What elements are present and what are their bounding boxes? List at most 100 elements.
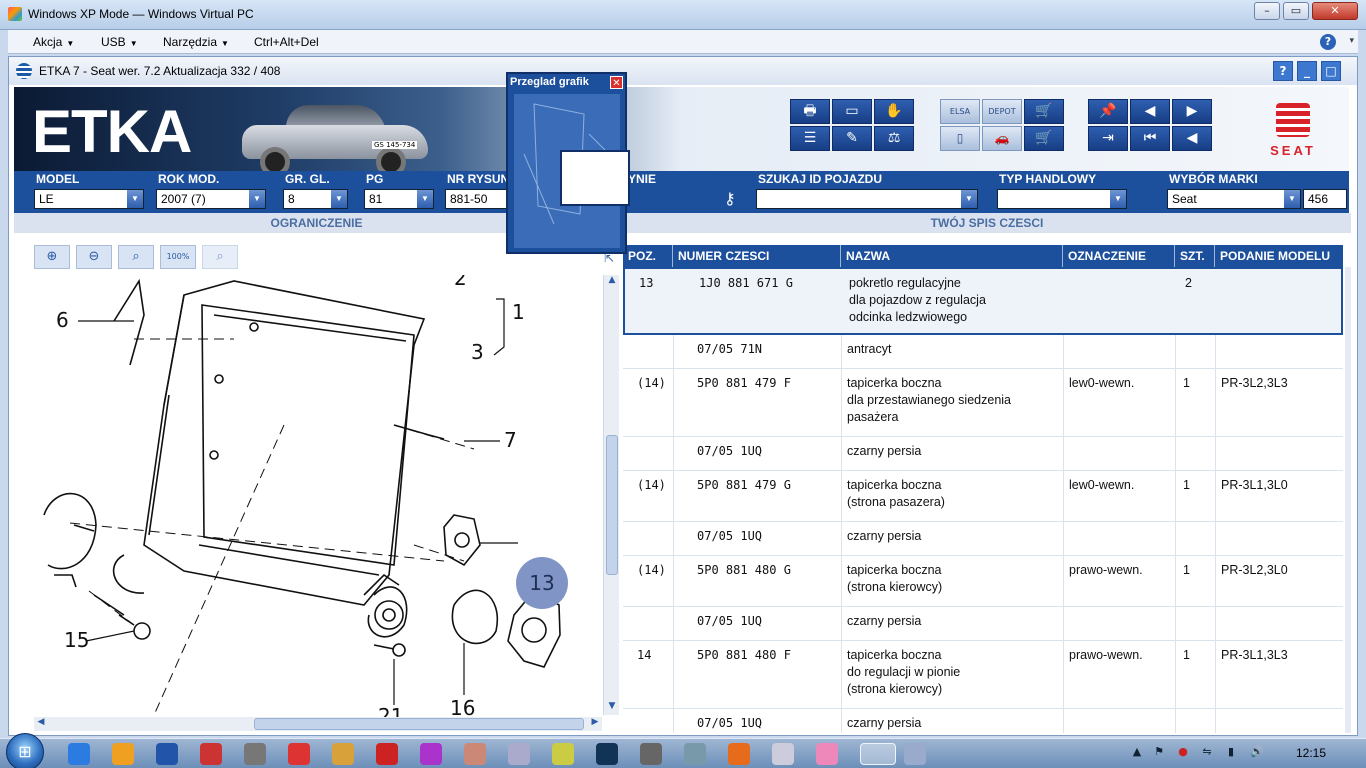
cart-icon[interactable]: 🛒 xyxy=(1024,126,1064,151)
smiley-icon[interactable] xyxy=(816,743,838,765)
security-icon[interactable]: ● xyxy=(1176,745,1190,759)
table-row[interactable]: 13 1J0 881 671 G pokretlo regulacyjne dla … xyxy=(623,267,1343,335)
menu-ctrl-alt-del[interactable]: Ctrl+Alt+Del xyxy=(254,35,319,49)
usb-icon[interactable]: ⇋ xyxy=(1200,745,1214,759)
pencil-icon[interactable]: ✎ xyxy=(832,126,872,151)
menu-narzedzia[interactable]: Narzędzia ▼ xyxy=(163,35,229,49)
table-row[interactable]: 07/05 71N antracyt xyxy=(623,335,1343,369)
cart-add-icon[interactable]: 🛒 xyxy=(1024,99,1064,124)
power-icon[interactable] xyxy=(288,743,310,765)
menu-usb[interactable]: USB ▼ xyxy=(101,35,138,49)
exit-icon[interactable]: ⇥ xyxy=(1088,126,1128,151)
zoom-out-icon[interactable]: ⊖ xyxy=(76,245,112,269)
parts-scrollbar[interactable] xyxy=(1345,267,1351,733)
col-szt[interactable]: SZT. xyxy=(1175,245,1215,267)
scroll-left-icon[interactable]: ◀ xyxy=(34,717,48,731)
typ-select[interactable]: ▼ xyxy=(997,189,1127,209)
pg-select[interactable]: 81 ▼ xyxy=(364,189,434,209)
cd-icon[interactable] xyxy=(552,743,574,765)
elsa-icon[interactable]: ELSA xyxy=(940,99,980,124)
pin-icon[interactable]: 📌 xyxy=(1088,99,1128,124)
grid-icon[interactable] xyxy=(684,743,706,765)
nr-select[interactable]: 881-50 xyxy=(445,189,507,209)
scale-icon[interactable]: ⚖ xyxy=(874,126,914,151)
clock-icon[interactable] xyxy=(244,743,266,765)
explorer-icon[interactable] xyxy=(332,743,354,765)
back-icon[interactable]: ◀ xyxy=(1172,126,1212,151)
window-icon[interactable]: ▭ xyxy=(832,99,872,124)
prev-page-icon[interactable]: ◀ xyxy=(1130,99,1170,124)
menu-expand-icon[interactable]: ▾ xyxy=(1349,36,1354,46)
graphic-overview-popup[interactable]: Przeglad grafik ✕ xyxy=(506,72,630,254)
pin-icon[interactable] xyxy=(200,743,222,765)
list-icon[interactable]: ☰ xyxy=(790,126,830,151)
scroll-thumb[interactable] xyxy=(606,435,618,575)
depot-icon[interactable]: DEPOT xyxy=(982,99,1022,124)
monitor-icon[interactable]: ▯ xyxy=(940,126,980,151)
overview-thumbnail[interactable] xyxy=(514,94,630,248)
m-icon[interactable] xyxy=(596,743,618,765)
media-icon[interactable] xyxy=(112,743,134,765)
gr-select[interactable]: 8 ▼ xyxy=(283,189,348,209)
handshake-icon[interactable]: ✋ xyxy=(874,99,914,124)
scroll-up-icon[interactable]: ▲ xyxy=(604,275,620,289)
sound-icon[interactable] xyxy=(640,743,662,765)
etka-help-button[interactable]: ? xyxy=(1273,61,1293,81)
xpmode-icon[interactable] xyxy=(860,743,896,765)
zoom-100-icon[interactable]: 100% xyxy=(160,245,196,269)
rok-select[interactable]: 2007 (7) ▼ xyxy=(156,189,266,209)
scroll-thumb[interactable] xyxy=(254,718,584,730)
marka-select[interactable]: Seat ▼ xyxy=(1167,189,1301,209)
col-podanie-modelu[interactable]: PODANIE MODELU xyxy=(1215,245,1343,267)
table-row[interactable]: 07/05 1UQ czarny persia xyxy=(623,522,1343,556)
shield-icon[interactable] xyxy=(156,743,178,765)
col-numer[interactable]: NUMER CZESCI xyxy=(673,245,841,267)
drawing-vertical-scrollbar[interactable]: ▲ ▼ xyxy=(603,275,619,715)
table-row[interactable]: (14) 5P0 881 479 G tapicerka boczna (stron… xyxy=(623,471,1343,522)
network-icon[interactable]: ▮ xyxy=(1224,745,1238,759)
ie-icon[interactable] xyxy=(68,743,90,765)
help-icon[interactable]: ? xyxy=(1320,34,1336,50)
col-nazwa[interactable]: NAZWA xyxy=(841,245,1063,267)
zoom-area-icon[interactable]: ⌕ xyxy=(118,245,154,269)
table-row[interactable]: 07/05 1UQ czarny persia xyxy=(623,437,1343,471)
table-row[interactable]: (14) 5P0 881 480 G tapicerka boczna (stron… xyxy=(623,556,1343,607)
drawing-horizontal-scrollbar[interactable]: ◀ ▶ xyxy=(34,717,602,731)
zoom-in-icon[interactable]: ⊕ xyxy=(34,245,70,269)
clock[interactable]: 12:15 xyxy=(1296,746,1326,760)
col-poz[interactable]: POZ. xyxy=(623,245,673,267)
flag-icon[interactable]: ⚑ xyxy=(1152,745,1166,759)
close-icon[interactable]: ✕ xyxy=(610,76,623,89)
next-page-icon[interactable]: ▶ xyxy=(1172,99,1212,124)
scroll-right-icon[interactable]: ▶ xyxy=(588,717,602,731)
table-row[interactable]: 14 5P0 881 480 F tapicerka boczna do regul… xyxy=(623,641,1343,709)
etka-maximize-button[interactable]: □ xyxy=(1321,61,1341,81)
szukaj-input[interactable]: ▼ xyxy=(756,189,978,209)
host-minimize-button[interactable]: – xyxy=(1254,2,1280,20)
host-close-button[interactable]: ✕ xyxy=(1312,2,1358,20)
first-icon[interactable]: ⏮ xyxy=(1130,126,1170,151)
calc-icon[interactable] xyxy=(508,743,530,765)
viewport-frame[interactable] xyxy=(560,150,630,206)
menu-akcja[interactable]: Akcja ▼ xyxy=(33,35,74,49)
car-service-icon[interactable]: 🚗 xyxy=(982,126,1022,151)
zoom-fit-icon[interactable]: ⌕ xyxy=(202,245,238,269)
callout-13-highlighted[interactable]: 13 xyxy=(516,557,568,609)
table-row[interactable]: (14) 5P0 881 479 F tapicerka boczna dla pr… xyxy=(623,369,1343,437)
start-button[interactable]: ⊞ xyxy=(6,733,44,768)
model-select[interactable]: LE ▼ xyxy=(34,189,144,209)
crab-icon[interactable] xyxy=(420,743,442,765)
firefox-icon[interactable] xyxy=(728,743,750,765)
car-icon[interactable] xyxy=(376,743,398,765)
tray-expand-icon[interactable]: ▲ xyxy=(1130,745,1144,759)
parts-drawing[interactable]: 6 2 1 3 7 15 21 16 13 xyxy=(34,266,596,728)
host-maximize-button[interactable]: ▭ xyxy=(1283,2,1309,20)
table-row[interactable]: 07/05 1UQ czarny persia xyxy=(623,709,1343,733)
table-row[interactable]: 07/05 1UQ czarny persia xyxy=(623,607,1343,641)
printer-icon[interactable]: 🖶 xyxy=(790,99,830,124)
vpc-icon[interactable] xyxy=(904,743,926,765)
col-oznaczenie[interactable]: OZNACZENIE xyxy=(1063,245,1175,267)
volume-icon[interactable]: 🔊 xyxy=(1250,745,1264,759)
scroll-down-icon[interactable]: ▼ xyxy=(604,701,620,715)
notes-icon[interactable] xyxy=(772,743,794,765)
